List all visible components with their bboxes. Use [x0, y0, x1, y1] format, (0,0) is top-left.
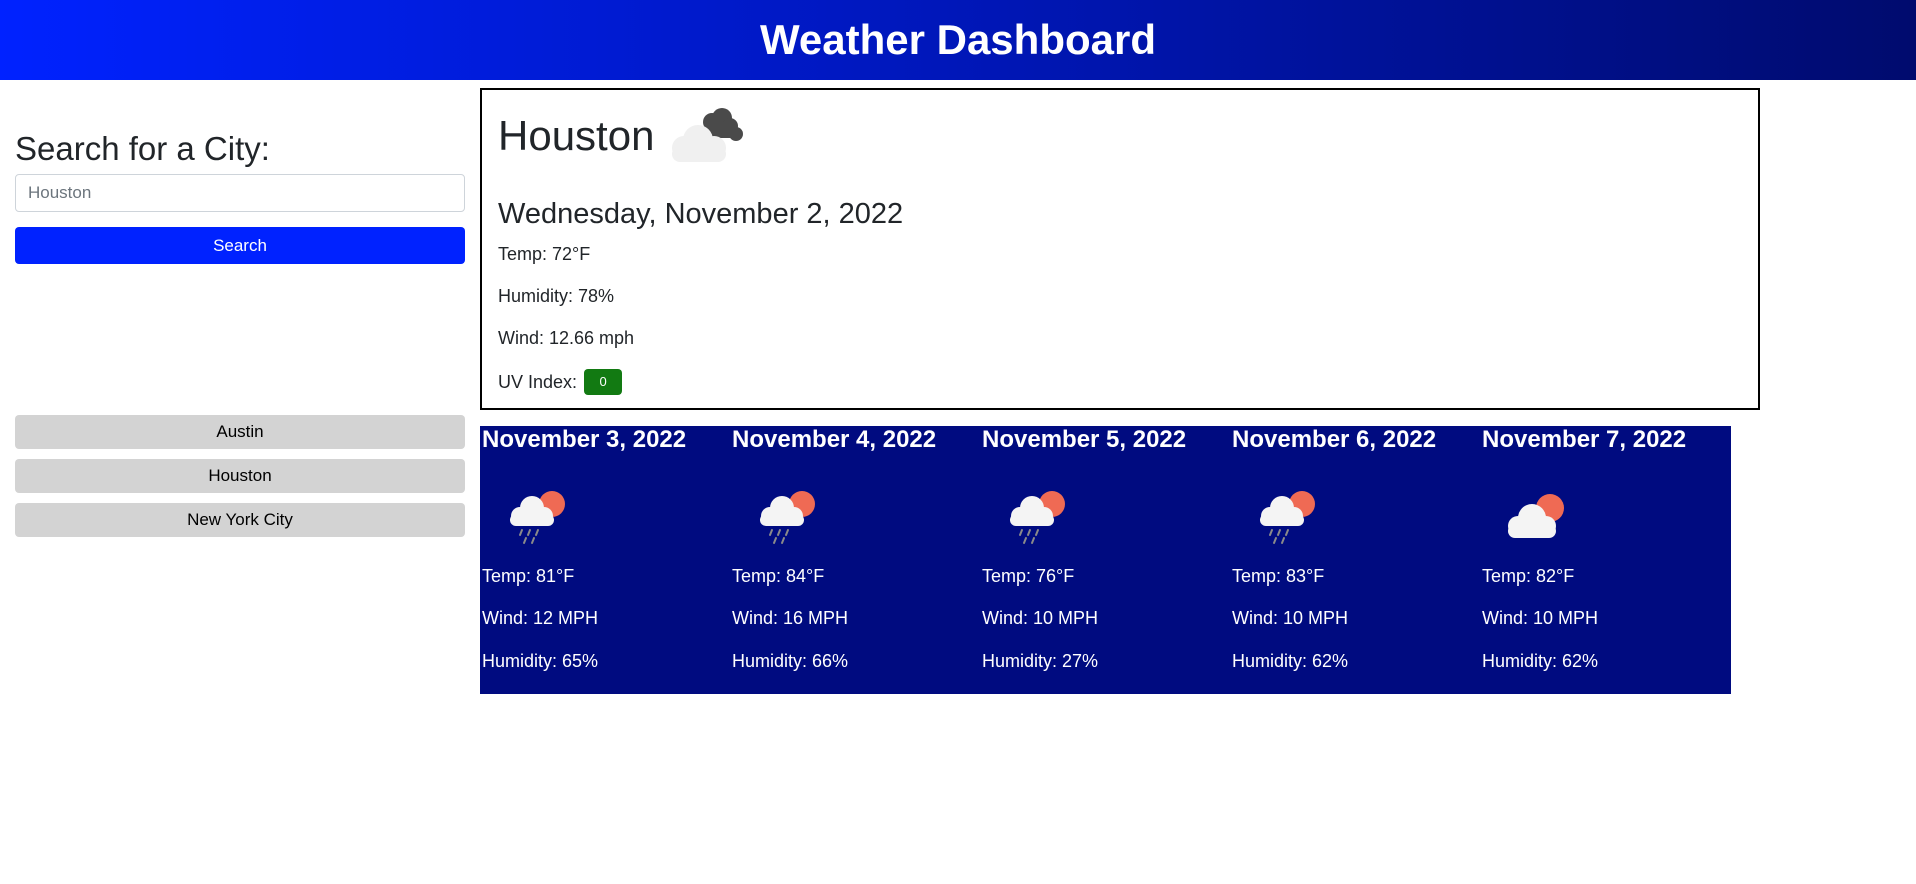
forecast-date: November 6, 2022 [1232, 426, 1437, 453]
forecast-temp: Temp: 81°F [482, 566, 575, 586]
current-wind: Wind: 12.66 mph [498, 328, 635, 348]
forecast-card: November 5, 2022 Temp: 76°F Wind: 10 MPH… [980, 426, 1230, 694]
current-weather-card: Houston Wednesday, November 2, 2022 Temp… [480, 88, 1760, 410]
history-button-new-york-city[interactable]: New York City [15, 503, 465, 537]
forecast-date: November 5, 2022 [982, 426, 1187, 453]
search-history: Austin Houston New York City [15, 415, 465, 547]
forecast-wind: Wind: 10 MPH [982, 608, 1099, 628]
forecast-card: November 7, 2022 Temp: 82°F Wind: 10 MPH… [1480, 426, 1730, 694]
current-uv: UV Index: 0 [498, 369, 623, 396]
forecast-wind: Wind: 10 MPH [1482, 608, 1599, 628]
forecast-card: November 3, 2022 Temp: 81°F Wind: 12 MPH… [480, 426, 730, 694]
history-button-houston[interactable]: Houston [15, 459, 465, 493]
forecast-card: November 6, 2022 Temp: 83°F Wind: 10 MPH… [1230, 426, 1480, 694]
forecast-date: November 7, 2022 [1482, 426, 1687, 453]
sun-cloud-rain-icon [1260, 491, 1315, 544]
current-temp: Temp: 72°F [498, 244, 591, 264]
forecast-card: November 4, 2022 Temp: 84°F Wind: 16 MPH… [730, 426, 980, 694]
forecast-temp: Temp: 76°F [982, 566, 1075, 586]
forecast-temp: Temp: 82°F [1482, 566, 1575, 586]
city-search-input[interactable] [15, 174, 465, 212]
search-button[interactable]: Search [15, 227, 465, 264]
cloudy-icon [672, 108, 743, 162]
forecast-humidity: Humidity: 65% [482, 651, 599, 671]
forecast-humidity: Humidity: 62% [1232, 651, 1349, 671]
forecast-wind: Wind: 12 MPH [482, 608, 599, 628]
five-day-forecast: November 3, 2022 Temp: 81°F Wind: 12 MPH… [480, 426, 1731, 694]
sun-cloud-icon [1508, 494, 1564, 538]
sun-cloud-rain-icon [760, 491, 815, 544]
forecast-date: November 4, 2022 [732, 426, 937, 453]
page-header: Weather Dashboard [0, 0, 1916, 80]
forecast-humidity: Humidity: 62% [1482, 651, 1599, 671]
page-title: Weather Dashboard [760, 16, 1156, 63]
history-button-austin[interactable]: Austin [15, 415, 465, 449]
search-heading: Search for a City: [15, 130, 270, 167]
current-date: Wednesday, November 2, 2022 [498, 198, 904, 230]
forecast-date: November 3, 2022 [482, 426, 687, 453]
forecast-humidity: Humidity: 27% [982, 651, 1099, 671]
forecast-wind: Wind: 16 MPH [732, 608, 849, 628]
forecast-temp: Temp: 83°F [1232, 566, 1325, 586]
current-city-name: Houston [498, 112, 655, 159]
forecast-wind: Wind: 10 MPH [1232, 608, 1349, 628]
sun-cloud-rain-icon [510, 491, 565, 544]
forecast-humidity: Humidity: 66% [732, 651, 849, 671]
uv-label: UV Index: [498, 371, 578, 392]
current-humidity: Humidity: 78% [498, 286, 615, 306]
forecast-temp: Temp: 84°F [732, 566, 825, 586]
uv-badge: 0 [584, 369, 623, 395]
sun-cloud-rain-icon [1010, 491, 1065, 544]
